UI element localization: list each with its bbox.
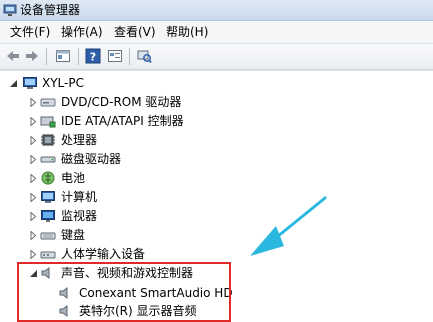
menu-action[interactable]: 操作(A) bbox=[61, 24, 103, 40]
menu-view[interactable]: 查看(V) bbox=[114, 24, 156, 40]
svg-text:?: ? bbox=[90, 51, 96, 64]
keyboard-icon bbox=[40, 232, 56, 240]
processor-icon bbox=[41, 134, 55, 146]
tree-item-computer[interactable]: 计算机 bbox=[0, 188, 300, 207]
forward-icon[interactable] bbox=[24, 48, 40, 64]
ide-controller-icon bbox=[40, 116, 56, 128]
tree-item-ide[interactable]: IDE ATA/ATAPI 控制器 bbox=[0, 112, 300, 131]
expand-arrow-icon[interactable] bbox=[29, 231, 38, 240]
title-bar: 设备管理器 bbox=[0, 0, 433, 21]
tree-item-disk[interactable]: 磁盘驱动器 bbox=[0, 150, 300, 169]
tree-item-label: DVD/CD-ROM 驱动器 bbox=[61, 95, 182, 109]
tree-root-label: XYL-PC bbox=[42, 76, 84, 90]
tree-item-keyboard[interactable]: 键盘 bbox=[0, 226, 300, 245]
tree-item-label: 键盘 bbox=[61, 228, 86, 242]
battery-icon bbox=[41, 171, 55, 185]
back-icon[interactable] bbox=[5, 48, 21, 64]
toolbar-separator bbox=[46, 48, 47, 65]
expand-arrow-icon[interactable] bbox=[29, 250, 38, 259]
tree-item-label: 计算机 bbox=[61, 190, 98, 204]
scan-hardware-icon[interactable] bbox=[136, 48, 152, 64]
tree-item-processor[interactable]: 处理器 bbox=[0, 131, 300, 150]
tree-item-label: 监视器 bbox=[61, 209, 98, 223]
hid-icon bbox=[40, 251, 56, 259]
tree-item-monitor[interactable]: 监视器 bbox=[0, 207, 300, 226]
tree-item-dvd[interactable]: DVD/CD-ROM 驱动器 bbox=[0, 93, 300, 112]
tree-root[interactable]: XYL-PC bbox=[0, 74, 300, 93]
disk-drive-icon bbox=[40, 156, 56, 163]
expand-arrow-icon[interactable] bbox=[29, 136, 38, 145]
collapse-arrow-icon[interactable] bbox=[9, 79, 18, 88]
expand-arrow-icon[interactable] bbox=[29, 212, 38, 221]
monitor-icon bbox=[41, 210, 55, 222]
tree-item-label: 磁盘驱动器 bbox=[61, 152, 122, 166]
dvd-drive-icon bbox=[40, 98, 56, 107]
device-manager-icon bbox=[3, 4, 17, 16]
menu-help[interactable]: 帮助(H) bbox=[166, 24, 208, 40]
tree-item-label: 电池 bbox=[61, 171, 86, 185]
tree-item-label: 处理器 bbox=[61, 133, 98, 147]
computer-icon bbox=[41, 191, 55, 203]
toolbar-separator bbox=[78, 48, 79, 65]
window-title: 设备管理器 bbox=[20, 3, 81, 17]
menu-bar: 文件(F) 操作(A) 查看(V) 帮助(H) bbox=[0, 21, 433, 44]
highlight-box bbox=[17, 262, 231, 322]
properties-icon[interactable] bbox=[55, 48, 71, 64]
toolbar: ? bbox=[0, 44, 433, 70]
help-icon[interactable]: ? bbox=[85, 48, 101, 64]
expand-arrow-icon[interactable] bbox=[29, 117, 38, 126]
view-icon[interactable] bbox=[107, 48, 123, 64]
expand-arrow-icon[interactable] bbox=[29, 98, 38, 107]
expand-arrow-icon[interactable] bbox=[29, 155, 38, 164]
menu-file[interactable]: 文件(F) bbox=[10, 24, 50, 40]
tree-item-battery[interactable]: 电池 bbox=[0, 169, 300, 188]
toolbar-separator bbox=[129, 48, 130, 65]
tree-item-label: IDE ATA/ATAPI 控制器 bbox=[61, 114, 184, 128]
expand-arrow-icon[interactable] bbox=[29, 174, 38, 183]
expand-arrow-icon[interactable] bbox=[29, 193, 38, 202]
computer-icon bbox=[23, 77, 37, 89]
